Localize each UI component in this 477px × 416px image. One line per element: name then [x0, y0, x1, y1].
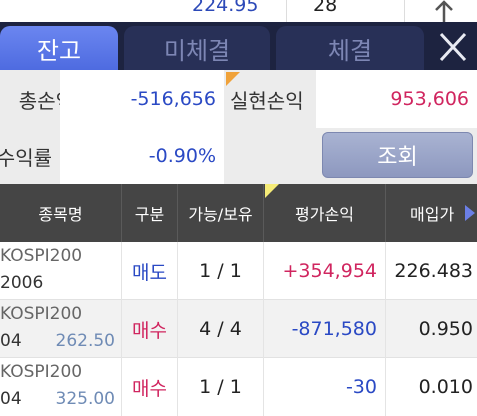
row-name-line1: KOSPI200 — [0, 246, 83, 266]
row-side: 매수 — [122, 358, 178, 416]
tab-bar: 잔고 미체결 체결 — [0, 22, 477, 70]
row-name-cell: KOSPI200 04 325.00 — [0, 358, 122, 416]
return-value: -0.90% — [60, 128, 224, 184]
tab-unfilled[interactable]: 미체결 — [124, 26, 270, 70]
row-avg-price: 0.950 — [418, 318, 473, 340]
strip-value-count: 28 — [313, 0, 338, 16]
row-qty: 1 / 1 — [178, 358, 264, 416]
query-button[interactable]: 조회 — [322, 132, 473, 178]
table-row[interactable]: KOSPI200 04 262.50 매수 4 / 4 -871,580 0.9… — [0, 300, 477, 358]
strip-value-price: 224.95 — [192, 0, 259, 16]
row-strike-price: 262.50 — [55, 331, 115, 351]
table-row[interactable]: KOSPI200 04 325.00 매수 1 / 1 -30 0.010 — [0, 358, 477, 416]
row-pl: -30 — [264, 358, 386, 416]
table-header: 종목명 구분 가능/보유 평가손익 매입가 — [0, 184, 477, 242]
eval-pl-label: 총손익 — [18, 88, 60, 113]
col-header-name[interactable]: 종목명 — [0, 184, 122, 242]
info-marker-icon — [226, 72, 240, 86]
row-name-line2: 04 — [0, 389, 22, 409]
tab-balance[interactable]: 잔고 — [0, 26, 118, 70]
row-name-cell: KOSPI200 04 262.50 — [0, 300, 122, 358]
row-strike-price: 325.00 — [55, 389, 115, 409]
strip-divider — [404, 0, 405, 22]
row-name-cell: KOSPI200 2006 — [0, 242, 122, 300]
row-name-line2: 2006 — [0, 273, 44, 293]
tab-filled[interactable]: 체결 — [276, 26, 424, 70]
previous-screen-strip: 224.95 28 — [0, 0, 477, 22]
row-side: 매도 — [122, 242, 178, 300]
row-pl: +354,954 — [264, 242, 386, 300]
sort-marker-icon — [265, 184, 279, 198]
row-qty: 1 / 1 — [178, 242, 264, 300]
account-summary: 총손익 -516,656 실현손익 953,606 수익률 -0.90% 조회 — [0, 70, 477, 184]
col-header-qty[interactable]: 가능/보유 — [178, 184, 264, 242]
eval-pl-value: -516,656 — [60, 70, 224, 128]
col-header-pl[interactable]: 평가손익 — [264, 184, 386, 242]
row-avg-price: 226.483 — [394, 260, 473, 282]
close-icon[interactable] — [432, 32, 474, 62]
col-header-avg-label: 매입가 — [410, 205, 455, 224]
row-avg-price: 0.010 — [418, 376, 473, 398]
row-side: 매수 — [122, 300, 178, 358]
return-label-cell: 수익률 — [0, 128, 60, 184]
row-pl: -871,580 — [264, 300, 386, 358]
row-name-line2: 04 — [0, 331, 22, 351]
table-row[interactable]: KOSPI200 2006 매도 1 / 1 +354,954 226.483 — [0, 242, 477, 300]
realized-pl-value: 953,606 — [316, 70, 477, 128]
eval-pl-label-cell: 총손익 — [0, 70, 60, 128]
return-label: 수익률 — [0, 145, 52, 170]
up-arrow-icon[interactable] — [432, 0, 456, 22]
row-name-line1: KOSPI200 — [0, 304, 83, 324]
row-name-line1: KOSPI200 — [0, 362, 83, 382]
row-qty: 4 / 4 — [178, 300, 264, 358]
strip-divider — [286, 0, 287, 22]
triangle-right-icon[interactable] — [464, 204, 476, 222]
col-header-side[interactable]: 구분 — [122, 184, 178, 242]
